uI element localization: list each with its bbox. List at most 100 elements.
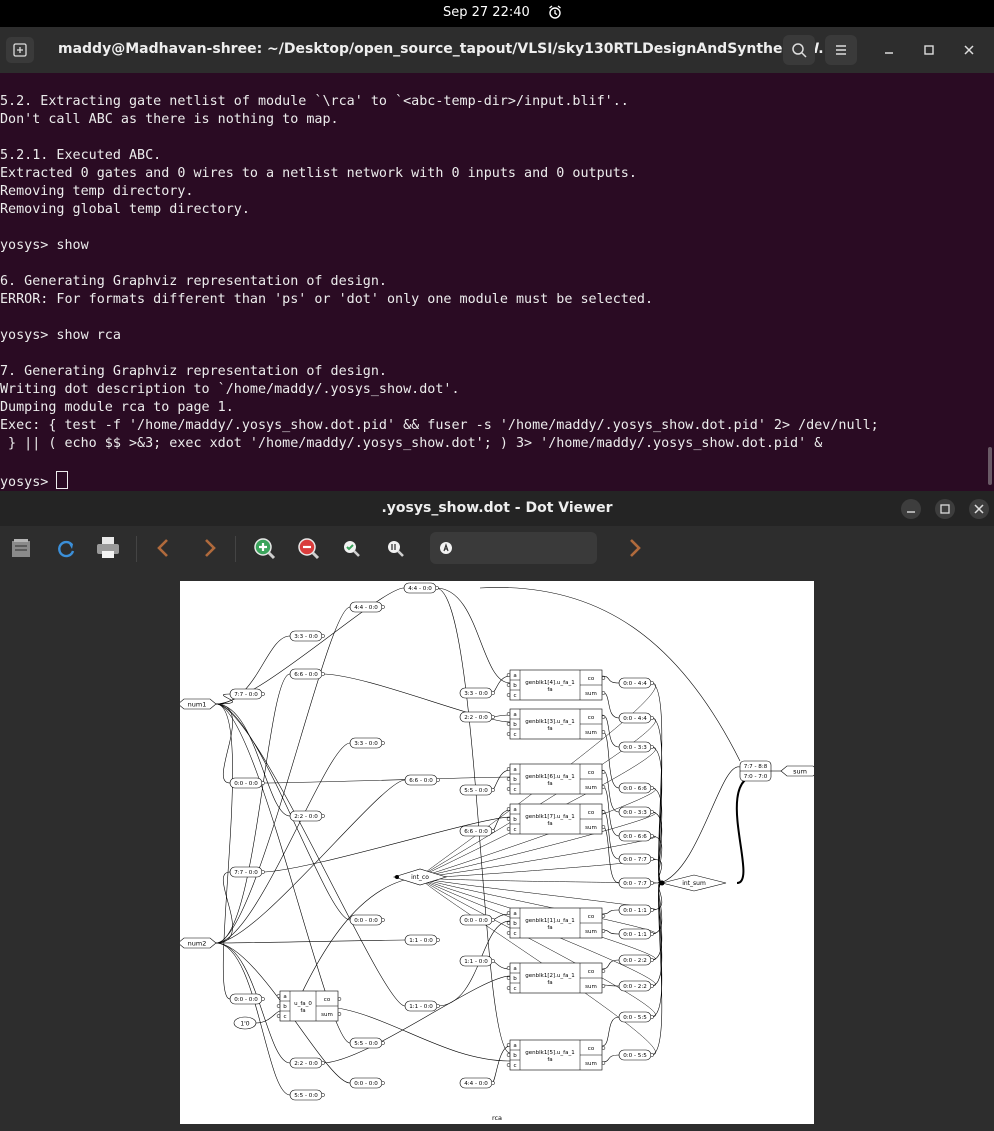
terminal-output[interactable]: 5.2. Extracting gate netlist of module `… bbox=[0, 93, 994, 490]
slice-node[interactable]: 5:5 - 0:0 bbox=[459, 784, 495, 796]
port-num2[interactable]: num2 bbox=[177, 937, 217, 949]
slice-node[interactable]: 0:0 - 4:4 bbox=[618, 712, 654, 724]
slice-label: 3:3 - 0:0 bbox=[464, 691, 488, 697]
slice-node[interactable]: 0:0 - 7:7 bbox=[618, 877, 654, 889]
back-arrow-icon[interactable] bbox=[150, 534, 178, 562]
system-top-bar: Sep 27 22:40 bbox=[0, 0, 994, 27]
slice-node[interactable]: 0:0 - 2:2 bbox=[618, 954, 654, 966]
slice-node[interactable]: 0:0 - 0:0 bbox=[229, 993, 265, 1005]
slice-node[interactable]: 0:0 - 6:6 bbox=[618, 830, 654, 842]
slice-node[interactable]: 1:1 - 0:0 bbox=[459, 955, 495, 967]
graph-canvas[interactable]: num1 num2 sum 4:4 - 0:0 4:4 - 0:0 3:3 - 0:0 6:… bbox=[177, 581, 820, 1124]
slice-node[interactable]: 4:4 - 0:0 bbox=[459, 1077, 495, 1089]
slice-node[interactable]: 0:0 - 1:1 bbox=[618, 928, 654, 940]
minimize-icon[interactable] bbox=[880, 41, 898, 59]
terminal-prompt-line[interactable]: yosys> bbox=[0, 471, 994, 490]
constant-node[interactable]: 1'0 bbox=[233, 1016, 257, 1030]
slice-node[interactable]: 0:0 - 3:3 bbox=[618, 741, 654, 753]
graph-edge bbox=[215, 703, 233, 784]
slice-node[interactable]: 0:0 - 5:5 bbox=[618, 1011, 654, 1023]
pin-sum-label: sum bbox=[585, 691, 597, 697]
slice-node[interactable]: 0:0 - 0:0 bbox=[349, 1077, 385, 1089]
slice-node[interactable]: 7:7 - 0:0 bbox=[229, 688, 265, 700]
port-num1[interactable]: num1 bbox=[177, 698, 217, 710]
zoom-100-icon[interactable] bbox=[381, 534, 409, 562]
terminal-scrollbar[interactable] bbox=[988, 447, 992, 485]
graph-edge bbox=[601, 769, 620, 813]
pin-a-label: a bbox=[513, 673, 516, 679]
slice-node[interactable]: 0:0 - 6:6 bbox=[618, 782, 654, 794]
fa-cell-name: genblk1[7].u_fa_1 bbox=[525, 814, 574, 820]
forward-arrow-icon[interactable] bbox=[195, 534, 223, 562]
maximize-icon[interactable] bbox=[920, 41, 938, 59]
rca-netlist-graph[interactable]: num1 num2 sum 4:4 - 0:0 4:4 - 0:0 3:3 - 0:0 6:… bbox=[177, 581, 820, 1124]
slice-node[interactable]: 0:0 - 5:5 bbox=[618, 1049, 654, 1061]
slice-node[interactable]: 0:0 - 3:3 bbox=[618, 806, 654, 818]
slice-node[interactable]: 7:7 - 0:0 bbox=[229, 866, 265, 878]
zoom-in-icon[interactable] bbox=[250, 534, 278, 562]
close-icon[interactable] bbox=[960, 41, 978, 59]
terminal-cursor bbox=[56, 471, 69, 489]
slice-node[interactable]: 1:1 - 0:0 bbox=[404, 1000, 440, 1012]
reload-icon[interactable] bbox=[52, 534, 80, 562]
find-next-icon[interactable] bbox=[620, 534, 648, 562]
fa-cell[interactable]: abc co sum genblk1[4].u_fa_1fa bbox=[506, 669, 606, 701]
slice-node[interactable]: 4:4 - 0:0 bbox=[403, 582, 439, 594]
slice-node[interactable]: 6:6 - 0:0 bbox=[289, 668, 325, 680]
graph-edge bbox=[321, 975, 511, 1064]
zoom-fit-icon[interactable] bbox=[337, 534, 365, 562]
slice-node[interactable]: 0:0 - 1:1 bbox=[618, 904, 654, 916]
fa-cell[interactable]: abc co sum genblk1[5].u_fa_1fa bbox=[506, 1039, 606, 1071]
print-icon[interactable] bbox=[94, 534, 122, 562]
sum-concat-node[interactable]: 7:7 - 8:8 7:0 - 7:0 bbox=[739, 760, 772, 782]
zoom-out-icon[interactable] bbox=[294, 534, 322, 562]
slice-node[interactable]: 4:4 - 0:0 bbox=[349, 601, 385, 613]
graph-edge bbox=[279, 876, 421, 1011]
terminal-prompt: yosys> bbox=[0, 475, 57, 490]
slice-node[interactable]: 0:0 - 4:4 bbox=[618, 677, 654, 689]
slice-node[interactable]: 1:1 - 0:0 bbox=[404, 934, 440, 946]
graph-edge bbox=[601, 1016, 620, 1047]
dot-viewer-headerbar: .yosys_show.dot - Dot Viewer bbox=[0, 491, 994, 526]
port-label: num2 bbox=[188, 939, 207, 947]
find-input[interactable] bbox=[430, 532, 597, 564]
fa-cell[interactable]: abc co sum genblk1[2].u_fa_1fa bbox=[506, 962, 606, 994]
graph-edge bbox=[735, 773, 761, 884]
slice-node[interactable]: 5:5 - 0:0 bbox=[289, 1089, 325, 1101]
fa-cell[interactable]: abc co sum genblk1[6].u_fa_1fa bbox=[506, 763, 606, 795]
new-tab-button[interactable] bbox=[6, 37, 34, 63]
fa-cell[interactable]: abc co sum u_fa_0fa bbox=[276, 990, 342, 1022]
fa-cell[interactable]: abc co sum genblk1[1].u_fa_1fa bbox=[506, 907, 606, 939]
search-button[interactable] bbox=[783, 35, 815, 65]
slice-node[interactable]: 2:2 - 0:0 bbox=[289, 810, 325, 822]
slice-node[interactable]: 3:3 - 0:0 bbox=[349, 737, 385, 749]
dot-minimize-button[interactable] bbox=[901, 499, 921, 519]
pin-b-label: b bbox=[513, 722, 517, 728]
slice-node[interactable]: 3:3 - 0:0 bbox=[459, 687, 495, 699]
slice-node[interactable]: 0:0 - 0:0 bbox=[229, 777, 265, 789]
alarm-icon[interactable] bbox=[547, 4, 563, 20]
slice-node[interactable]: 0:0 - 2:2 bbox=[618, 980, 654, 992]
fa-cell-type: fa bbox=[547, 1057, 552, 1063]
dot-maximize-button[interactable] bbox=[935, 499, 955, 519]
slice-node[interactable]: 0:0 - 0:0 bbox=[459, 914, 495, 926]
terminal-line: yosys> show bbox=[0, 238, 89, 253]
slice-node[interactable]: 6:6 - 0:0 bbox=[404, 774, 440, 786]
fa-cell[interactable]: abc co sum genblk1[3].u_fa_1fa bbox=[506, 708, 606, 740]
open-file-icon[interactable] bbox=[8, 534, 36, 562]
slice-node[interactable]: 2:2 - 0:0 bbox=[289, 1057, 325, 1069]
port-sum[interactable]: sum bbox=[780, 765, 820, 777]
slice-node[interactable]: 0:0 - 7:7 bbox=[618, 853, 654, 865]
slice-node[interactable]: 3:3 - 0:0 bbox=[289, 630, 325, 642]
slice-node[interactable]: 2:2 - 0:0 bbox=[459, 711, 495, 723]
system-clock[interactable]: Sep 27 22:40 bbox=[443, 5, 530, 20]
menu-button[interactable] bbox=[825, 35, 857, 65]
slice-label: 6:6 - 0:0 bbox=[464, 829, 488, 835]
slice-node[interactable]: 6:6 - 0:0 bbox=[459, 825, 495, 837]
dot-close-button[interactable] bbox=[969, 499, 989, 519]
slice-node[interactable]: 5:5 - 0:0 bbox=[349, 1037, 385, 1049]
slice-label: 0:0 - 3:3 bbox=[623, 745, 647, 751]
int-sum-wire[interactable]: int_sum bbox=[661, 874, 727, 892]
fa-cell[interactable]: abc co sum genblk1[7].u_fa_1fa bbox=[506, 803, 606, 835]
slice-node[interactable]: 0:0 - 0:0 bbox=[349, 914, 385, 926]
